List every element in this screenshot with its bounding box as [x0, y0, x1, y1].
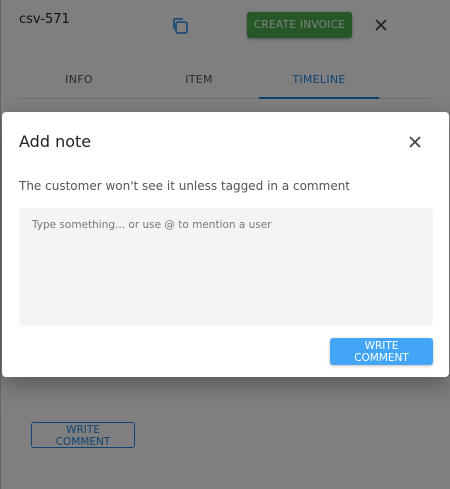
dialog-description: The customer won't see it unless tagged … [19, 179, 351, 193]
dialog-title: Add note [19, 132, 92, 151]
submit-comment-button[interactable]: WRITE COMMENT [330, 338, 433, 365]
add-note-dialog: Add note The customer won't see it unles… [2, 112, 449, 377]
close-icon[interactable] [405, 132, 425, 152]
note-input[interactable] [19, 208, 433, 326]
